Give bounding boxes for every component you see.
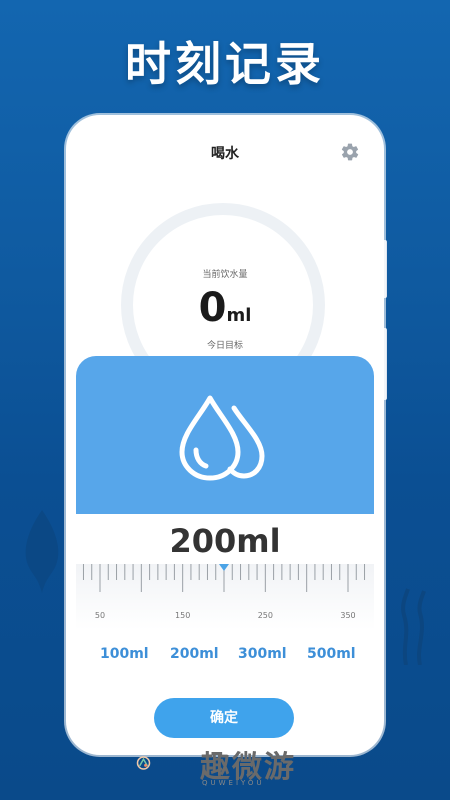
- amount-ruler[interactable]: 50 150 250 350: [76, 564, 374, 630]
- ruler-tick-label: 150: [175, 611, 190, 620]
- page-title: 喝水: [211, 146, 239, 162]
- confirm-button[interactable]: 确定: [154, 698, 294, 738]
- daily-goal-label: 今日目标: [206, 341, 243, 351]
- ruler-indicator: [219, 564, 229, 571]
- watermark-subtext: QUWEIYOU: [202, 779, 265, 787]
- preset-list: 100ml 200ml 300ml 500ml: [76, 646, 374, 666]
- preset-500ml-button[interactable]: 500ml: [307, 646, 356, 662]
- preset-100ml-button[interactable]: 100ml: [100, 646, 149, 662]
- selected-amount: 200ml: [169, 522, 281, 560]
- current-intake-label: 当前饮水量: [202, 270, 248, 280]
- gear-icon[interactable]: [340, 142, 360, 162]
- ruler-tick-label: 350: [340, 611, 355, 620]
- manta-silhouette: [25, 510, 59, 593]
- promo-headline: 时刻记录: [125, 37, 325, 91]
- water-drops-icon: [179, 395, 265, 481]
- preset-200ml-button[interactable]: 200ml: [170, 646, 219, 662]
- current-intake-value: 0ml: [66, 285, 384, 331]
- picker-header: [76, 356, 374, 514]
- ruler-scale[interactable]: 50 150 250 350: [76, 564, 374, 630]
- ruler-tick-label: 250: [258, 611, 273, 620]
- ruler-tick-label: 50: [95, 611, 105, 620]
- current-intake-unit: ml: [226, 305, 252, 326]
- picker-body: 200ml 50 150 250 350 100ml 200ml 300ml 500m…: [76, 514, 374, 738]
- watermark-logo: [136, 756, 151, 770]
- seaweed-silhouette: [401, 588, 426, 665]
- preset-300ml-button[interactable]: 300ml: [238, 646, 287, 662]
- current-intake-number: 0: [198, 285, 227, 331]
